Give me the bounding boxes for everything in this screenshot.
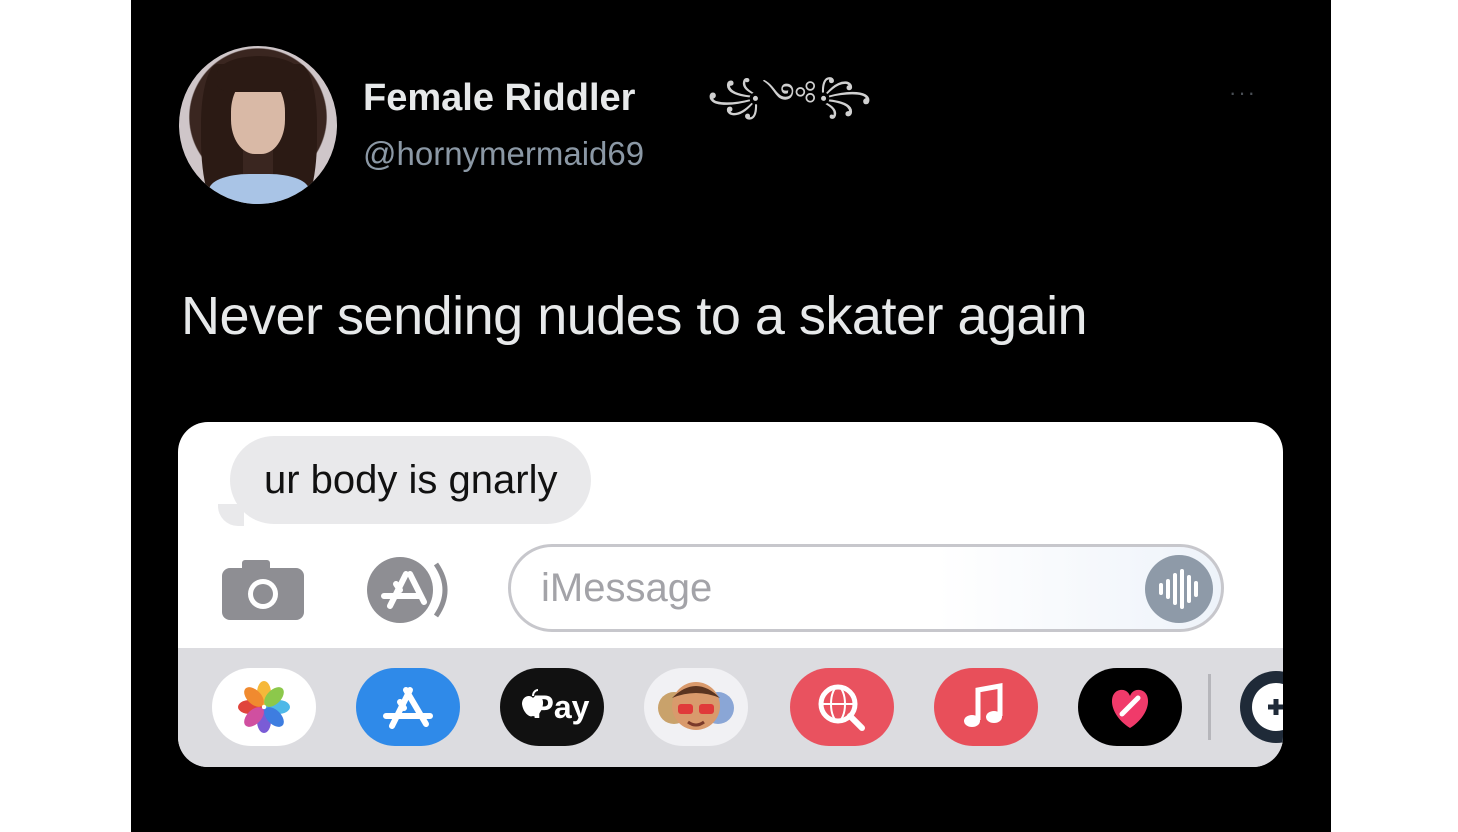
apple-pay-icon[interactable]: Pay [500,668,604,746]
more-options-icon[interactable]: ··· [1229,80,1257,106]
avatar-shirt [209,174,309,204]
search-images-icon[interactable] [790,668,894,746]
tray-divider [1208,674,1211,740]
name-decoration-icon: ꧁༺꧂ [707,77,874,115]
tweet-card: Female Riddler ꧁༺꧂ @hornymermaid69 ··· N… [131,0,1331,832]
app-drawer: Pay [178,648,1283,767]
display-name[interactable]: Female Riddler [363,74,635,122]
apple-pay-label: Pay [532,689,590,725]
avatar-hair-top [217,56,301,92]
incoming-message-bubble: ur body is gnarly [230,436,592,524]
digital-touch-icon[interactable] [1078,668,1182,746]
tweet-media-screenshot[interactable]: ur body is gnarly iMessage Pay [178,422,1283,767]
memoji-icon[interactable] [644,668,748,746]
music-icon[interactable] [934,668,1038,746]
imessage-input[interactable]: iMessage [508,544,1224,632]
user-handle[interactable]: @hornymermaid69 [363,132,644,176]
more-apps-icon[interactable] [1236,668,1283,746]
avatar[interactable] [179,46,337,204]
app-store-icon[interactable] [356,668,460,746]
tweet-text: Never sending nudes to a skater again [181,286,1088,346]
imessage-placeholder: iMessage [541,566,713,610]
audio-message-icon[interactable] [1145,555,1213,623]
camera-icon[interactable] [222,560,304,620]
photos-icon[interactable] [212,668,316,746]
app-store-button[interactable] [362,554,458,626]
